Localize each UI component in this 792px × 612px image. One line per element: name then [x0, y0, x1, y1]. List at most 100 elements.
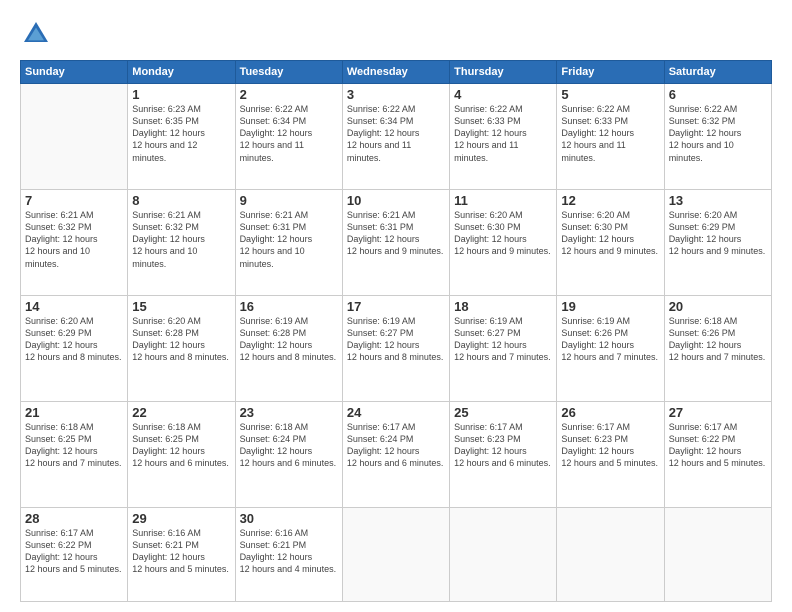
calendar-cell: 24 Sunrise: 6:17 AMSunset: 6:24 PMDaylig…	[342, 402, 449, 508]
cell-info: Sunrise: 6:17 AMSunset: 6:23 PMDaylight:…	[561, 422, 658, 468]
cell-day-number: 29	[132, 511, 230, 526]
calendar-cell: 5 Sunrise: 6:22 AMSunset: 6:33 PMDayligh…	[557, 84, 664, 190]
cell-day-number: 7	[25, 193, 123, 208]
cell-day-number: 12	[561, 193, 659, 208]
cell-info: Sunrise: 6:16 AMSunset: 6:21 PMDaylight:…	[240, 528, 337, 574]
calendar-cell: 14 Sunrise: 6:20 AMSunset: 6:29 PMDaylig…	[21, 296, 128, 402]
weekday-header-wednesday: Wednesday	[342, 61, 449, 84]
cell-day-number: 21	[25, 405, 123, 420]
cell-day-number: 18	[454, 299, 552, 314]
cell-day-number: 30	[240, 511, 338, 526]
calendar-cell: 8 Sunrise: 6:21 AMSunset: 6:32 PMDayligh…	[128, 190, 235, 296]
cell-info: Sunrise: 6:21 AMSunset: 6:31 PMDaylight:…	[347, 210, 444, 256]
calendar-cell: 27 Sunrise: 6:17 AMSunset: 6:22 PMDaylig…	[664, 402, 771, 508]
cell-day-number: 1	[132, 87, 230, 102]
cell-info: Sunrise: 6:19 AMSunset: 6:27 PMDaylight:…	[347, 316, 444, 362]
calendar-cell: 12 Sunrise: 6:20 AMSunset: 6:30 PMDaylig…	[557, 190, 664, 296]
weekday-header-thursday: Thursday	[450, 61, 557, 84]
calendar-week-row: 7 Sunrise: 6:21 AMSunset: 6:32 PMDayligh…	[21, 190, 772, 296]
calendar-cell	[342, 508, 449, 602]
calendar-cell: 4 Sunrise: 6:22 AMSunset: 6:33 PMDayligh…	[450, 84, 557, 190]
cell-day-number: 14	[25, 299, 123, 314]
calendar-cell: 11 Sunrise: 6:20 AMSunset: 6:30 PMDaylig…	[450, 190, 557, 296]
cell-info: Sunrise: 6:19 AMSunset: 6:26 PMDaylight:…	[561, 316, 658, 362]
cell-day-number: 16	[240, 299, 338, 314]
cell-info: Sunrise: 6:16 AMSunset: 6:21 PMDaylight:…	[132, 528, 229, 574]
cell-info: Sunrise: 6:22 AMSunset: 6:32 PMDaylight:…	[669, 104, 742, 163]
calendar-cell: 26 Sunrise: 6:17 AMSunset: 6:23 PMDaylig…	[557, 402, 664, 508]
cell-info: Sunrise: 6:20 AMSunset: 6:28 PMDaylight:…	[132, 316, 229, 362]
logo-icon	[20, 18, 52, 50]
cell-day-number: 24	[347, 405, 445, 420]
cell-day-number: 10	[347, 193, 445, 208]
calendar-cell: 29 Sunrise: 6:16 AMSunset: 6:21 PMDaylig…	[128, 508, 235, 602]
cell-info: Sunrise: 6:17 AMSunset: 6:23 PMDaylight:…	[454, 422, 551, 468]
calendar-cell	[21, 84, 128, 190]
cell-day-number: 19	[561, 299, 659, 314]
calendar-cell	[664, 508, 771, 602]
calendar-cell: 21 Sunrise: 6:18 AMSunset: 6:25 PMDaylig…	[21, 402, 128, 508]
cell-info: Sunrise: 6:20 AMSunset: 6:29 PMDaylight:…	[25, 316, 122, 362]
cell-day-number: 20	[669, 299, 767, 314]
calendar-week-row: 14 Sunrise: 6:20 AMSunset: 6:29 PMDaylig…	[21, 296, 772, 402]
calendar-week-row: 21 Sunrise: 6:18 AMSunset: 6:25 PMDaylig…	[21, 402, 772, 508]
calendar-cell	[450, 508, 557, 602]
weekday-header-monday: Monday	[128, 61, 235, 84]
weekday-header-saturday: Saturday	[664, 61, 771, 84]
cell-info: Sunrise: 6:21 AMSunset: 6:32 PMDaylight:…	[132, 210, 205, 269]
calendar-cell: 15 Sunrise: 6:20 AMSunset: 6:28 PMDaylig…	[128, 296, 235, 402]
calendar-cell: 1 Sunrise: 6:23 AMSunset: 6:35 PMDayligh…	[128, 84, 235, 190]
cell-info: Sunrise: 6:19 AMSunset: 6:27 PMDaylight:…	[454, 316, 551, 362]
cell-info: Sunrise: 6:22 AMSunset: 6:33 PMDaylight:…	[561, 104, 634, 163]
page: SundayMondayTuesdayWednesdayThursdayFrid…	[0, 0, 792, 612]
calendar-cell: 17 Sunrise: 6:19 AMSunset: 6:27 PMDaylig…	[342, 296, 449, 402]
cell-day-number: 28	[25, 511, 123, 526]
weekday-header-sunday: Sunday	[21, 61, 128, 84]
calendar-cell: 23 Sunrise: 6:18 AMSunset: 6:24 PMDaylig…	[235, 402, 342, 508]
calendar-cell: 20 Sunrise: 6:18 AMSunset: 6:26 PMDaylig…	[664, 296, 771, 402]
calendar-cell: 3 Sunrise: 6:22 AMSunset: 6:34 PMDayligh…	[342, 84, 449, 190]
cell-day-number: 6	[669, 87, 767, 102]
calendar-week-row: 28 Sunrise: 6:17 AMSunset: 6:22 PMDaylig…	[21, 508, 772, 602]
calendar-cell: 10 Sunrise: 6:21 AMSunset: 6:31 PMDaylig…	[342, 190, 449, 296]
cell-day-number: 4	[454, 87, 552, 102]
cell-info: Sunrise: 6:23 AMSunset: 6:35 PMDaylight:…	[132, 104, 205, 163]
calendar-cell: 13 Sunrise: 6:20 AMSunset: 6:29 PMDaylig…	[664, 190, 771, 296]
cell-info: Sunrise: 6:19 AMSunset: 6:28 PMDaylight:…	[240, 316, 337, 362]
calendar-cell: 30 Sunrise: 6:16 AMSunset: 6:21 PMDaylig…	[235, 508, 342, 602]
cell-info: Sunrise: 6:18 AMSunset: 6:24 PMDaylight:…	[240, 422, 337, 468]
cell-day-number: 26	[561, 405, 659, 420]
calendar-cell: 25 Sunrise: 6:17 AMSunset: 6:23 PMDaylig…	[450, 402, 557, 508]
cell-day-number: 8	[132, 193, 230, 208]
cell-info: Sunrise: 6:21 AMSunset: 6:31 PMDaylight:…	[240, 210, 313, 269]
weekday-header-tuesday: Tuesday	[235, 61, 342, 84]
cell-info: Sunrise: 6:22 AMSunset: 6:34 PMDaylight:…	[240, 104, 313, 163]
calendar-cell: 2 Sunrise: 6:22 AMSunset: 6:34 PMDayligh…	[235, 84, 342, 190]
calendar-week-row: 1 Sunrise: 6:23 AMSunset: 6:35 PMDayligh…	[21, 84, 772, 190]
logo	[20, 18, 58, 50]
cell-info: Sunrise: 6:21 AMSunset: 6:32 PMDaylight:…	[25, 210, 98, 269]
cell-day-number: 23	[240, 405, 338, 420]
calendar-cell: 18 Sunrise: 6:19 AMSunset: 6:27 PMDaylig…	[450, 296, 557, 402]
calendar-cell: 28 Sunrise: 6:17 AMSunset: 6:22 PMDaylig…	[21, 508, 128, 602]
cell-day-number: 27	[669, 405, 767, 420]
cell-info: Sunrise: 6:20 AMSunset: 6:30 PMDaylight:…	[454, 210, 551, 256]
cell-info: Sunrise: 6:18 AMSunset: 6:25 PMDaylight:…	[25, 422, 122, 468]
cell-info: Sunrise: 6:20 AMSunset: 6:30 PMDaylight:…	[561, 210, 658, 256]
calendar-cell: 6 Sunrise: 6:22 AMSunset: 6:32 PMDayligh…	[664, 84, 771, 190]
cell-day-number: 5	[561, 87, 659, 102]
cell-day-number: 11	[454, 193, 552, 208]
cell-day-number: 2	[240, 87, 338, 102]
cell-day-number: 9	[240, 193, 338, 208]
calendar-cell: 19 Sunrise: 6:19 AMSunset: 6:26 PMDaylig…	[557, 296, 664, 402]
cell-info: Sunrise: 6:17 AMSunset: 6:22 PMDaylight:…	[669, 422, 766, 468]
cell-day-number: 3	[347, 87, 445, 102]
cell-info: Sunrise: 6:17 AMSunset: 6:22 PMDaylight:…	[25, 528, 122, 574]
cell-day-number: 13	[669, 193, 767, 208]
cell-info: Sunrise: 6:18 AMSunset: 6:25 PMDaylight:…	[132, 422, 229, 468]
calendar-cell: 9 Sunrise: 6:21 AMSunset: 6:31 PMDayligh…	[235, 190, 342, 296]
cell-info: Sunrise: 6:20 AMSunset: 6:29 PMDaylight:…	[669, 210, 766, 256]
weekday-header-friday: Friday	[557, 61, 664, 84]
calendar-cell: 22 Sunrise: 6:18 AMSunset: 6:25 PMDaylig…	[128, 402, 235, 508]
calendar-cell: 16 Sunrise: 6:19 AMSunset: 6:28 PMDaylig…	[235, 296, 342, 402]
